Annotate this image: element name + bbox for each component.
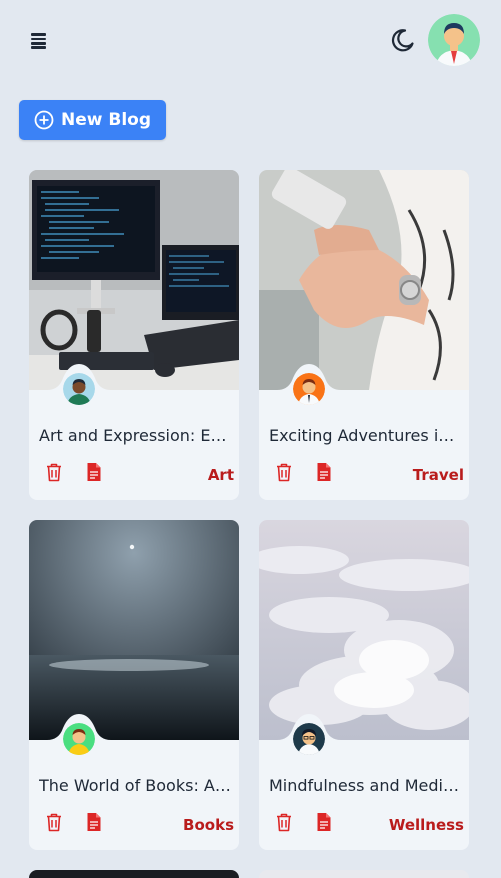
document-icon[interactable] <box>315 812 333 832</box>
trash-icon[interactable] <box>275 812 293 832</box>
document-icon[interactable] <box>315 462 333 482</box>
author-avatar <box>63 723 95 755</box>
blog-card-image <box>29 520 239 740</box>
author-avatar <box>63 373 95 405</box>
blog-title[interactable]: The World of Books: A Journey <box>39 776 231 795</box>
blog-title[interactable]: Exciting Adventures in Travel <box>269 426 461 445</box>
trash-icon[interactable] <box>45 812 63 832</box>
blog-card[interactable] <box>259 870 469 878</box>
blog-card[interactable]: Art and Expression: Exploring Creativity… <box>29 170 239 500</box>
blog-title[interactable]: Mindfulness and Meditation <box>269 776 461 795</box>
document-icon[interactable] <box>85 462 103 482</box>
blog-card[interactable]: Mindfulness and Meditation Wellness <box>259 520 469 850</box>
trash-icon[interactable] <box>275 462 293 482</box>
blog-card-image <box>259 520 469 740</box>
trash-icon[interactable] <box>45 462 63 482</box>
author-avatar <box>293 723 325 755</box>
category-label[interactable]: Travel <box>413 466 464 484</box>
moon-icon[interactable] <box>388 26 416 54</box>
hamburger-menu-icon[interactable] <box>28 28 50 50</box>
new-blog-button[interactable]: New Blog <box>19 100 166 140</box>
blog-card[interactable]: The World of Books: A Journey Books <box>29 520 239 850</box>
blog-card-image <box>29 170 239 390</box>
category-label[interactable]: Art <box>208 466 234 484</box>
author-avatar <box>293 373 325 405</box>
plus-circle-icon <box>34 110 54 130</box>
category-label[interactable]: Books <box>183 816 234 834</box>
blog-title[interactable]: Art and Expression: Exploring Creativity <box>39 426 231 445</box>
blog-card[interactable]: Exciting Adventures in Travel Travel <box>259 170 469 500</box>
user-avatar[interactable] <box>428 14 480 66</box>
blog-card[interactable] <box>29 870 239 878</box>
category-label[interactable]: Wellness <box>389 816 464 834</box>
top-bar <box>0 0 501 80</box>
blog-card-image <box>259 170 469 390</box>
new-blog-label: New Blog <box>60 110 151 130</box>
document-icon[interactable] <box>85 812 103 832</box>
